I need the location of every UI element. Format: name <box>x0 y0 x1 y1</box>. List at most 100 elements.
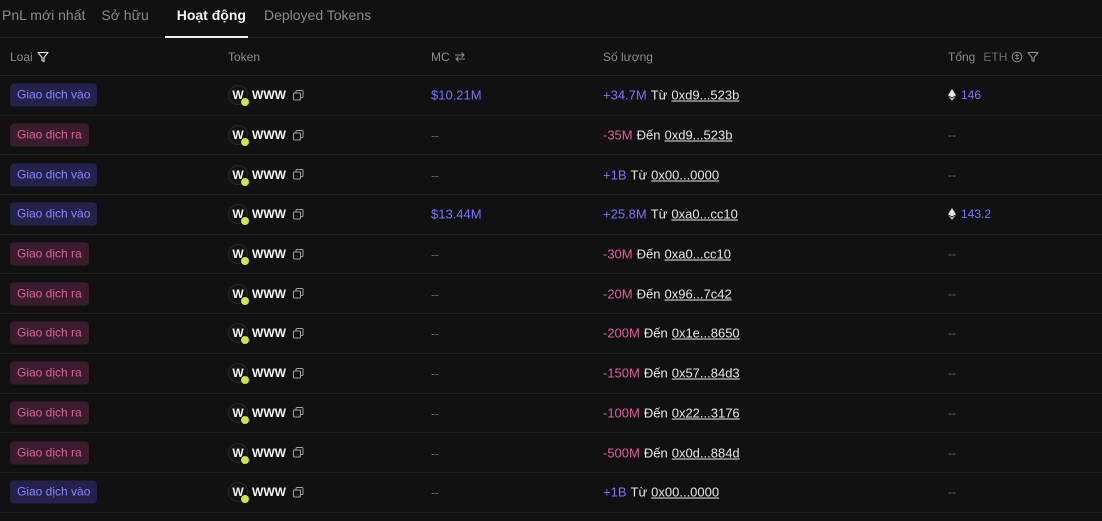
tab-activity[interactable]: Hoạt động <box>164 0 248 38</box>
total-cell: -- <box>948 168 956 182</box>
qty-cell: +1B Từ 0x00...0000 <box>603 485 719 500</box>
total-value: -- <box>948 167 956 182</box>
swap-arrows-icon[interactable] <box>454 51 466 63</box>
token-logo: W <box>228 482 250 505</box>
table-row[interactable]: Giao dịch ra W WWW -- -150M Đến 0x57...8… <box>0 354 1102 394</box>
token-cell[interactable]: W WWW <box>228 164 304 187</box>
copy-icon[interactable] <box>292 288 304 299</box>
tab-deployed-tokens[interactable]: Deployed Tokens <box>264 0 371 38</box>
table-row[interactable]: Giao dịch vào W WWW -- +1B Từ 0x00...000… <box>0 473 1102 513</box>
token-logo: W <box>228 323 250 346</box>
token-cell[interactable]: W WWW <box>228 482 304 505</box>
qty-cell: -100M Đến 0x22...3176 <box>603 405 740 420</box>
table-row[interactable]: Giao dịch ra W WWW -- -35M Đến 0xd9...52… <box>0 116 1102 156</box>
amount-value: -35M <box>603 127 633 143</box>
token-cell[interactable]: W WWW <box>228 402 304 425</box>
verified-badge-icon <box>240 176 250 187</box>
address-link[interactable]: 0xd9...523b <box>664 128 732 143</box>
filter-icon[interactable] <box>37 51 49 63</box>
mc-value: -- <box>431 446 439 461</box>
total-cell: -- <box>948 446 956 460</box>
address-link[interactable]: 0x57...84d3 <box>672 366 740 381</box>
type-badge: Giao dịch vào <box>10 480 98 504</box>
table-row[interactable]: Giao dịch ra W WWW -- -30M Đến 0xa0...cc… <box>0 235 1102 275</box>
address-link[interactable]: 0x00...0000 <box>651 167 719 182</box>
total-cell: -- <box>948 287 956 301</box>
table-row[interactable]: Giao dịch vào W WWW $10.21M +34.7M Từ 0x… <box>0 76 1102 116</box>
token-logo: W <box>228 125 250 148</box>
token-cell[interactable]: W WWW <box>228 283 304 306</box>
total-value: -- <box>948 286 956 301</box>
address-link[interactable]: 0xd9...523b <box>671 88 739 103</box>
address-link[interactable]: 0x00...0000 <box>651 485 719 500</box>
table-row[interactable]: Giao dịch ra W WWW -- -20M Đến 0x96...7c… <box>0 274 1102 315</box>
tab-holdings[interactable]: Sở hữu <box>101 0 148 38</box>
verified-badge-icon <box>240 295 250 306</box>
copy-icon[interactable] <box>292 89 304 101</box>
copy-icon[interactable] <box>292 169 304 180</box>
verified-badge-icon <box>240 97 250 108</box>
tab-pnl-latest[interactable]: PnL mới nhất <box>2 0 85 38</box>
address-link[interactable]: 0xa0...cc10 <box>664 247 731 262</box>
eth-icon <box>948 208 956 221</box>
table-row[interactable]: Giao dịch ra W WWW -- -100M Đến 0x22...3… <box>0 394 1102 434</box>
copy-icon[interactable] <box>292 367 304 379</box>
token-cell[interactable]: W WWW <box>228 125 304 148</box>
qty-cell: +1B Từ 0x00...0000 <box>603 167 719 182</box>
token-logo: W <box>228 402 250 425</box>
header-type: Loại <box>10 50 49 64</box>
address-link[interactable]: 0x22...3176 <box>672 405 740 420</box>
direction-label: Đến <box>636 246 661 262</box>
verified-badge-icon <box>240 256 250 267</box>
token-name: WWW <box>252 485 286 500</box>
mc-value: -- <box>431 485 439 500</box>
token-name: WWW <box>252 405 286 420</box>
token-cell[interactable]: W WWW <box>228 323 304 346</box>
filter-icon[interactable] <box>1027 51 1039 63</box>
eth-icon <box>948 89 956 102</box>
total-value: 146 <box>961 88 982 103</box>
mc-cell: -- <box>431 247 439 262</box>
address-link[interactable]: 0x96...7c42 <box>664 286 731 301</box>
token-name: WWW <box>252 326 286 341</box>
header-total-unit: ETH <box>983 49 1008 64</box>
copy-icon[interactable] <box>292 129 304 141</box>
table-row[interactable]: Giao dịch vào W WWW $13.44M +25.8M Từ 0x… <box>0 195 1102 235</box>
token-cell[interactable]: W WWW <box>228 85 304 108</box>
token-logo: W <box>228 204 250 227</box>
token-name: WWW <box>252 167 286 182</box>
verified-badge-icon <box>240 216 250 227</box>
direction-label: Đến <box>643 405 668 421</box>
header-total: Tổng ETH <box>948 50 1039 64</box>
table-row[interactable]: Giao dịch ra W WWW -- -500M Đến 0x0d...8… <box>0 433 1102 473</box>
amount-value: -500M <box>603 445 640 461</box>
total-cell: 146 <box>948 88 981 102</box>
address-link[interactable]: 0x1e...8650 <box>672 326 740 341</box>
amount-value: +1B <box>603 167 627 183</box>
address-link[interactable]: 0x0d...884d <box>672 445 740 460</box>
header-total-label: Tổng <box>948 49 976 64</box>
copy-icon[interactable] <box>292 248 304 260</box>
mc-value: -- <box>431 168 439 183</box>
token-cell[interactable]: W WWW <box>228 204 304 227</box>
copy-icon[interactable] <box>292 327 304 339</box>
currency-toggle-icon[interactable] <box>1011 51 1023 63</box>
table-row[interactable]: Giao dịch vào W WWW -- +1B Từ 0x00...000… <box>0 155 1102 196</box>
type-badge: Giao dịch ra <box>10 123 89 147</box>
address-link[interactable]: 0xa0...cc10 <box>671 207 738 222</box>
amount-value: +25.8M <box>603 206 647 222</box>
copy-icon[interactable] <box>292 208 304 220</box>
mc-cell: -- <box>431 286 439 301</box>
token-cell[interactable]: W WWW <box>228 442 304 465</box>
total-cell: 143.2 <box>948 207 991 221</box>
table-row[interactable]: Giao dịch ra W WWW -- -200M Đến 0x1e...8… <box>0 314 1102 354</box>
token-logo: W <box>228 363 250 386</box>
copy-icon[interactable] <box>292 486 304 498</box>
copy-icon[interactable] <box>292 447 304 458</box>
token-name: WWW <box>252 286 286 301</box>
token-cell[interactable]: W WWW <box>228 363 304 386</box>
total-value: -- <box>948 128 956 143</box>
copy-icon[interactable] <box>292 407 304 418</box>
token-logo: W <box>228 244 250 267</box>
token-cell[interactable]: W WWW <box>228 244 304 267</box>
